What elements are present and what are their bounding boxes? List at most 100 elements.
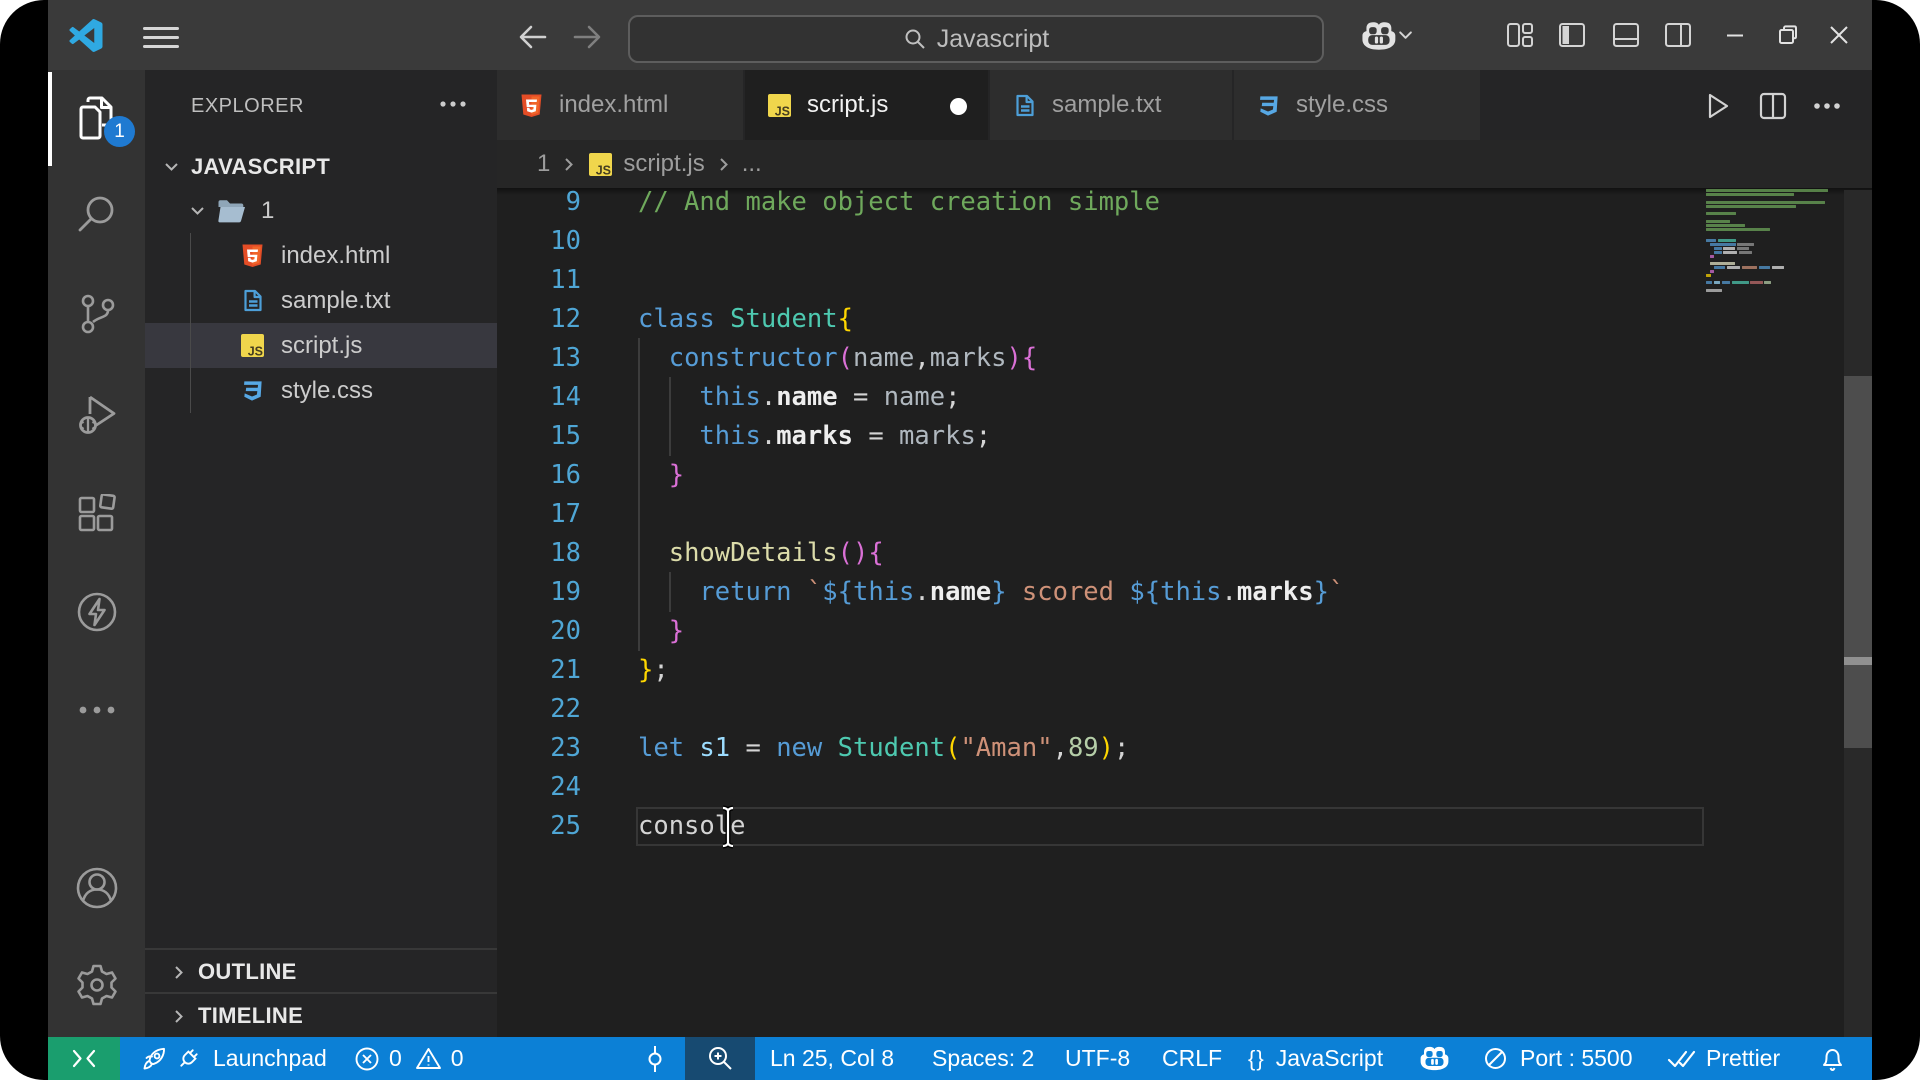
scrollbar-thumb[interactable] <box>1844 376 1872 748</box>
toggle-secondary-sidebar-icon[interactable] <box>1664 21 1692 49</box>
activity-accounts-icon[interactable] <box>48 840 145 936</box>
status-screencast[interactable] <box>643 1037 667 1080</box>
editor-scrollbar[interactable] <box>1844 190 1872 1037</box>
minimap-line <box>1706 224 1745 227</box>
minimap-line <box>1718 239 1736 242</box>
line-number: 17 <box>550 498 581 529</box>
eol: CRLF <box>1162 1045 1223 1071</box>
code-area[interactable]: 9 // And make object creation simple 10 11 1… <box>497 70 1844 1037</box>
tree-file-sample.txt[interactable]: sample.txt <box>145 278 497 323</box>
outline-section[interactable]: OUTLINE <box>145 948 497 994</box>
toggle-primary-sidebar-icon[interactable] <box>1558 21 1586 49</box>
activity-live-server-icon[interactable] <box>48 564 145 660</box>
html5-file-icon <box>240 243 265 268</box>
minimap[interactable] <box>1706 70 1838 1037</box>
activity-run-and-debug-icon[interactable] <box>48 367 145 463</box>
code-line-17: 17 <box>497 495 1844 534</box>
status-language[interactable]: {} JavaScript <box>1248 1037 1383 1080</box>
line-number: 12 <box>550 303 581 334</box>
search-icon <box>905 29 925 49</box>
minimap-line <box>1706 289 1722 292</box>
activity-explorer-icon[interactable]: 1 <box>48 70 145 166</box>
timeline-label: TIMELINE <box>198 1003 304 1028</box>
minimap-line <box>1706 212 1736 215</box>
minimap-line <box>1714 251 1722 254</box>
title-bar: Javascript <box>48 0 1872 70</box>
tree-file-script.js[interactable]: JS script.js <box>145 323 497 368</box>
minimap-line <box>1742 266 1757 269</box>
minimap-line <box>1710 255 1714 258</box>
menu-hamburger-icon[interactable] <box>143 27 179 49</box>
chevron-down-icon <box>165 163 178 171</box>
activity-settings-icon[interactable] <box>48 937 145 1033</box>
status-cursor-position[interactable]: Ln 25, Col 8 <box>770 1037 894 1080</box>
status-zoom-indicator[interactable] <box>685 1037 755 1080</box>
status-launchpad[interactable]: Launchpad <box>140 1037 327 1080</box>
workspace-name: JAVASCRIPT <box>191 153 331 179</box>
nav-back-icon[interactable] <box>516 20 550 54</box>
code-text: return `${this.name} scored ${this.marks… <box>699 576 1345 607</box>
status-problems[interactable]: 00 <box>354 1037 464 1080</box>
sidebar-title: EXPLORER <box>191 95 304 117</box>
status-encoding[interactable]: UTF-8 <box>1065 1037 1130 1080</box>
code-text: constructor(name,marks){ <box>668 342 1038 373</box>
line-number: 24 <box>550 771 581 802</box>
line-number: 20 <box>550 615 581 646</box>
status-indentation[interactable]: Spaces: 2 <box>932 1037 1034 1080</box>
minimap-line <box>1706 239 1716 242</box>
minimap-line <box>1714 247 1722 250</box>
activity-more-icon[interactable] <box>48 662 145 758</box>
line-number: 25 <box>550 810 581 841</box>
code-line-13: 13 constructor(name,marks){ <box>497 339 1844 378</box>
remote-icon <box>72 1049 96 1068</box>
status-prettier[interactable]: Prettier <box>1667 1037 1780 1080</box>
restore-icon[interactable] <box>1775 22 1801 48</box>
svg-text:JS: JS <box>248 345 263 359</box>
customize-layout-icon[interactable] <box>1506 21 1534 49</box>
search-placeholder: Javascript <box>936 24 1050 53</box>
folder-icon <box>217 199 245 223</box>
line-number: 19 <box>550 576 581 607</box>
workspace-section-header[interactable]: JAVASCRIPT <box>145 144 497 189</box>
line-number: 23 <box>550 732 581 763</box>
file-name: style.css <box>281 376 374 404</box>
tree-folder-row[interactable]: 1 <box>145 188 497 233</box>
status-eol[interactable]: CRLF <box>1162 1037 1222 1080</box>
tree-file-index.html[interactable]: index.html <box>145 233 497 278</box>
launchpad-label: Launchpad <box>213 1045 327 1071</box>
status-notifications[interactable] <box>1820 1037 1845 1080</box>
status-bar: Launchpad 0 0 Ln 25, Col 8 Spaces: 2 UTF-8 CRL… <box>48 1037 1872 1080</box>
warning-count: 0 <box>450 1045 464 1071</box>
nav-forward-icon[interactable] <box>570 20 604 54</box>
chevron-right-icon <box>175 1009 183 1023</box>
status-copilot[interactable] <box>1418 1037 1451 1080</box>
code-line-18: 18 showDetails(){ <box>497 534 1844 573</box>
toggle-panel-icon[interactable] <box>1612 21 1640 49</box>
minimap-line <box>1727 266 1740 269</box>
code-text: } <box>668 459 685 490</box>
code-line-10: 10 <box>497 222 1844 261</box>
activity-source-control-icon[interactable] <box>48 266 145 362</box>
tree-file-style.css[interactable]: style.css <box>145 368 497 413</box>
minimap-line <box>1710 262 1735 265</box>
minimap-line <box>1750 281 1763 284</box>
js-file-icon: JS <box>240 333 265 358</box>
tree-indent-guide <box>190 233 191 413</box>
bell-icon <box>1823 1048 1842 1071</box>
explorer-sidebar: EXPLORER JAVASCRIPT 1 index.html sample.… <box>145 70 497 1037</box>
activity-search-icon[interactable] <box>48 166 145 262</box>
minimize-icon[interactable] <box>1722 22 1748 48</box>
timeline-section[interactable]: TIMELINE <box>145 992 497 1038</box>
activity-bar: 1 <box>48 70 145 1037</box>
line-number: 15 <box>550 420 581 451</box>
explorer-more-actions-icon[interactable] <box>440 94 466 114</box>
activity-extensions-icon[interactable] <box>48 467 145 563</box>
close-icon[interactable] <box>1826 22 1852 48</box>
screen-frame: Javascript 1 EXPLORER JAVASCRIPT 1 index… <box>0 0 1920 1080</box>
code-line-20: 20 } <box>497 612 1844 651</box>
remote-indicator[interactable] <box>48 1037 120 1080</box>
active-indicator <box>48 72 52 166</box>
command-center-search[interactable]: Javascript <box>628 15 1324 63</box>
status-port[interactable]: Port : 5500 <box>1483 1037 1633 1080</box>
copilot-menu-icon[interactable] <box>1356 20 1416 52</box>
